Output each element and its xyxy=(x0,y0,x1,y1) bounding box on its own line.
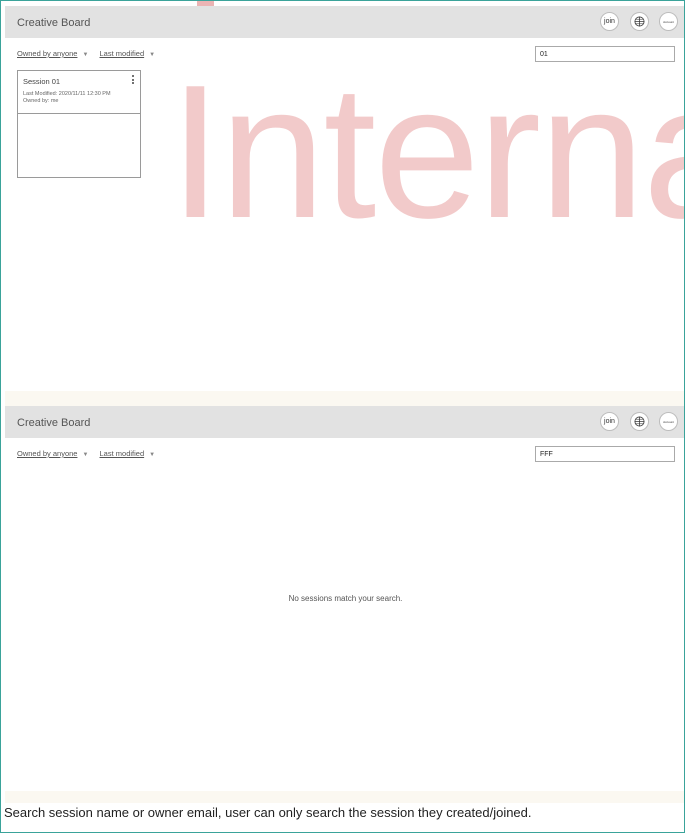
search-input[interactable] xyxy=(535,446,675,462)
session-last-modified: Last Modified: 2020/11/11 12:30 PM xyxy=(23,91,111,97)
caret-down-icon: ▼ xyxy=(82,452,89,458)
screen-divider xyxy=(5,391,684,406)
annotation-note: Search session name or owner email, user… xyxy=(4,805,532,820)
filter-bar: Owned by anyone ▼ Last modified ▼ xyxy=(17,449,164,458)
language-button[interactable] xyxy=(630,12,649,31)
app-header: Creative Board join Account xyxy=(5,406,684,438)
caret-down-icon: ▼ xyxy=(149,452,156,458)
app-header: Creative Board join Account xyxy=(5,6,684,38)
session-title: Session 01 xyxy=(23,77,61,86)
empty-state-message: No sessions match your search. xyxy=(288,594,403,603)
caret-down-icon: ▼ xyxy=(149,52,156,58)
filter-bar: Owned by anyone ▼ Last modified ▼ xyxy=(17,49,164,58)
globe-icon xyxy=(634,416,645,427)
search-input[interactable] xyxy=(535,46,675,62)
storyboard-frame: Creative Board join Account Owned by any… xyxy=(0,0,685,833)
session-meta: Last Modified: 2020/11/11 12:30 PM Owned… xyxy=(23,91,135,105)
owner-filter-label: Owned by anyone xyxy=(17,449,78,458)
account-button[interactable]: Account xyxy=(659,412,678,431)
sort-label: Last modified xyxy=(99,49,145,58)
kebab-menu-icon[interactable] xyxy=(131,75,135,86)
owner-filter-dropdown[interactable]: Owned by anyone ▼ xyxy=(17,49,88,58)
join-button[interactable]: join xyxy=(600,412,619,431)
screen-search-results: Creative Board join Account Owned by any… xyxy=(5,6,684,391)
app-title: Creative Board xyxy=(17,17,91,29)
screen-search-empty: Creative Board join Account Owned by any… xyxy=(5,406,684,791)
owner-filter-dropdown[interactable]: Owned by anyone ▼ xyxy=(17,449,88,458)
sort-dropdown[interactable]: Last modified ▼ xyxy=(100,449,156,458)
bottom-strip xyxy=(5,791,684,803)
sort-label: Last modified xyxy=(99,449,145,458)
owner-filter-label: Owned by anyone xyxy=(17,49,78,58)
app-title: Creative Board xyxy=(17,417,91,429)
account-button[interactable]: Account xyxy=(659,12,678,31)
globe-icon xyxy=(634,16,645,27)
session-owner: Owned by: me xyxy=(23,97,59,104)
caret-down-icon: ▼ xyxy=(82,52,89,58)
session-card-header: Session 01 Last Modified: 2020/11/11 12:… xyxy=(18,71,140,114)
language-button[interactable] xyxy=(630,412,649,431)
sort-dropdown[interactable]: Last modified ▼ xyxy=(100,49,156,58)
join-button[interactable]: join xyxy=(600,12,619,31)
session-card[interactable]: Session 01 Last Modified: 2020/11/11 12:… xyxy=(17,70,141,178)
